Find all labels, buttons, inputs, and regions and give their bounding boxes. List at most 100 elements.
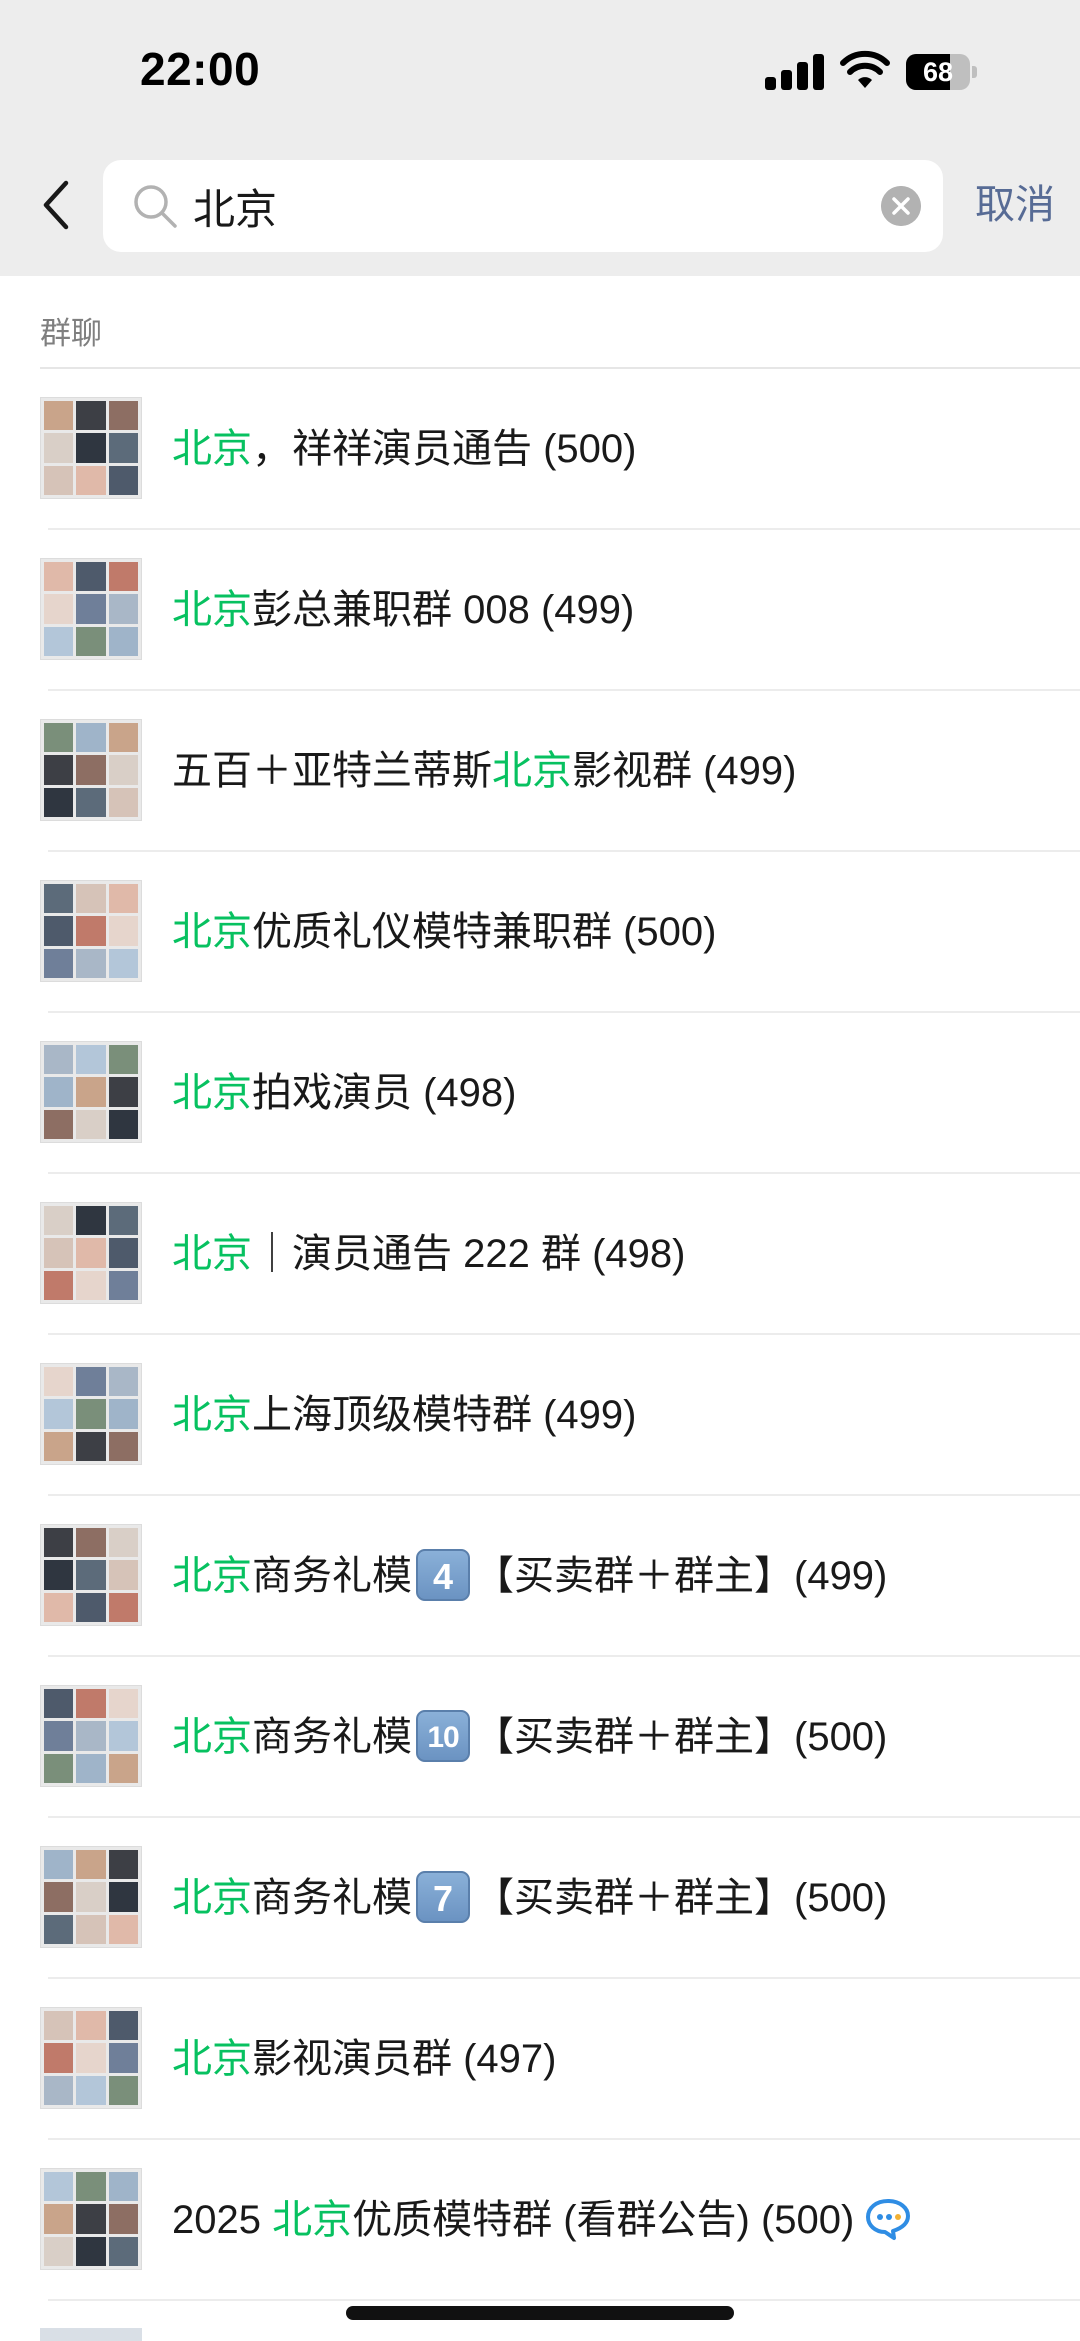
- avatar-tile: [76, 1914, 106, 1944]
- group-name-text: 【买卖群＋群主】(499): [474, 1554, 888, 1598]
- group-avatar: [40, 719, 142, 821]
- cancel-button[interactable]: 取消: [975, 175, 1055, 235]
- avatar-tile: [76, 2172, 106, 2202]
- avatar-tile: [76, 594, 106, 624]
- avatar-tile: [108, 1850, 138, 1880]
- avatar-tile: [76, 2043, 106, 2073]
- group-result-row[interactable]: 2025 北京优质模特群 (看群公告) (500): [0, 2140, 1080, 2301]
- avatar-tile: [76, 1238, 106, 1268]
- group-result-row[interactable]: 北京商务礼模 7 【买卖群＋群主】(500): [0, 1818, 1080, 1979]
- avatar-tile: [44, 1592, 74, 1622]
- avatar-tile: [76, 2204, 106, 2234]
- avatar-tile: [76, 1206, 106, 1236]
- home-indicator: [346, 2306, 734, 2320]
- keyword-highlight: 北京: [172, 427, 252, 471]
- avatar-tile: [44, 1914, 74, 1944]
- back-button[interactable]: [36, 175, 80, 235]
- group-result-row[interactable]: 北京上海顶级模特群 (499): [0, 1335, 1080, 1496]
- avatar-tile: [44, 465, 74, 495]
- group-name-text: 2025: [172, 2198, 273, 2242]
- group-name-text: 影视群 (499): [572, 749, 797, 793]
- avatar-tile: [76, 1045, 106, 1075]
- group-name: 北京优质礼仪模特兼职群 (500): [172, 902, 717, 962]
- group-name: 北京商务礼模 4 【买卖群＋群主】(499): [172, 1546, 887, 1606]
- avatar-tile: [108, 1399, 138, 1429]
- avatar-tile: [76, 1689, 106, 1719]
- group-result-row[interactable]: 五百＋亚特兰蒂斯北京影视群 (499): [0, 691, 1080, 852]
- avatar-tile: [44, 1109, 74, 1139]
- keyword-highlight: 北京: [172, 1071, 252, 1115]
- group-name-text: ，祥祥演员通告 (500): [252, 427, 637, 471]
- avatar-tile: [108, 433, 138, 463]
- avatar-tile: [44, 2236, 74, 2266]
- avatar-tile: [76, 626, 106, 656]
- avatar-tile: [44, 1560, 74, 1590]
- group-avatar: [40, 1846, 142, 1948]
- status-time: 22:00: [140, 43, 261, 95]
- group-avatar: [40, 1685, 142, 1787]
- avatar-tile: [44, 884, 74, 914]
- avatar-tile: [76, 465, 106, 495]
- group-name-text: 【买卖群＋群主】(500): [474, 1876, 888, 1920]
- group-name-text: 拍戏演员 (498): [252, 1071, 517, 1115]
- group-name: 北京上海顶级模特群 (499): [172, 1385, 637, 1445]
- avatar-tile: [44, 1882, 74, 1912]
- search-bar[interactable]: [103, 160, 943, 252]
- group-name: 北京影视演员群 (497): [172, 2029, 557, 2089]
- avatar-tile: [108, 1528, 138, 1558]
- battery-icon: 68: [906, 54, 977, 90]
- avatar-tile: [44, 1270, 74, 1300]
- avatar-tile: [76, 1753, 106, 1783]
- avatar-tile: [108, 1431, 138, 1461]
- avatar-tile: [44, 626, 74, 656]
- avatar-tile: [76, 1431, 106, 1461]
- group-name-text: 上海顶级模特群 (499): [252, 1393, 637, 1437]
- avatar-tile: [108, 1882, 138, 1912]
- keyword-highlight: 北京: [172, 588, 252, 632]
- search-input[interactable]: [193, 160, 843, 252]
- group-result-row[interactable]: 北京，祥祥演员通告 (500): [0, 369, 1080, 530]
- keycap-emoji: 4: [416, 1549, 470, 1602]
- avatar-tile: [108, 1721, 138, 1751]
- group-name-text: 优质模特群 (看群公告) (500): [352, 2198, 855, 2242]
- group-name-text: ｜演员通告 222 群 (498): [252, 1232, 686, 1276]
- avatar-tile: [76, 562, 106, 592]
- avatar-tile: [108, 1367, 138, 1397]
- avatar-tile: [108, 2204, 138, 2234]
- group-avatar: [40, 2168, 142, 2270]
- avatar-tile: [76, 1850, 106, 1880]
- avatar-tile: [108, 2172, 138, 2202]
- group-result-row[interactable]: 北京｜演员通告 222 群 (498): [0, 1174, 1080, 1335]
- group-result-row[interactable]: 北京商务礼模 10 【买卖群＋群主】(500): [0, 1657, 1080, 1818]
- wifi-icon: [840, 50, 890, 88]
- clear-search-icon[interactable]: [881, 186, 921, 226]
- avatar-tile: [76, 1882, 106, 1912]
- avatar-tile: [108, 401, 138, 431]
- avatar-tile: [76, 1721, 106, 1751]
- avatar-tile: [44, 433, 74, 463]
- avatar-tile: [44, 1431, 74, 1461]
- avatar-tile: [76, 1270, 106, 1300]
- avatar-tile: [108, 465, 138, 495]
- group-result-row[interactable]: 北京优质礼仪模特兼职群 (500): [0, 852, 1080, 1013]
- group-result-row[interactable]: 北京商务礼模 4 【买卖群＋群主】(499): [0, 1496, 1080, 1657]
- avatar-tile: [108, 787, 138, 817]
- avatar-tile: [108, 723, 138, 753]
- avatar-tile: [44, 1077, 74, 1107]
- group-result-row[interactable]: 北京影视演员群 (497): [0, 1979, 1080, 2140]
- group-name: 五百＋亚特兰蒂斯北京影视群 (499): [172, 741, 797, 801]
- avatar-tile: [44, 1850, 74, 1880]
- avatar-tile: [44, 2204, 74, 2234]
- avatar-tile: [44, 1045, 74, 1075]
- avatar-tile: [44, 2011, 74, 2041]
- group-result-row[interactable]: 北京拍戏演员 (498): [0, 1013, 1080, 1174]
- group-result-row[interactable]: 北京彭总兼职群 008 (499): [0, 530, 1080, 691]
- avatar-tile: [76, 2011, 106, 2041]
- avatar-tile: [76, 1560, 106, 1590]
- avatar-tile: [76, 433, 106, 463]
- group-name-text: 彭总兼职群 008 (499): [252, 588, 635, 632]
- avatar-tile: [108, 626, 138, 656]
- group-avatar: [40, 880, 142, 982]
- group-name: 北京拍戏演员 (498): [172, 1063, 517, 1123]
- avatar-tile: [44, 1399, 74, 1429]
